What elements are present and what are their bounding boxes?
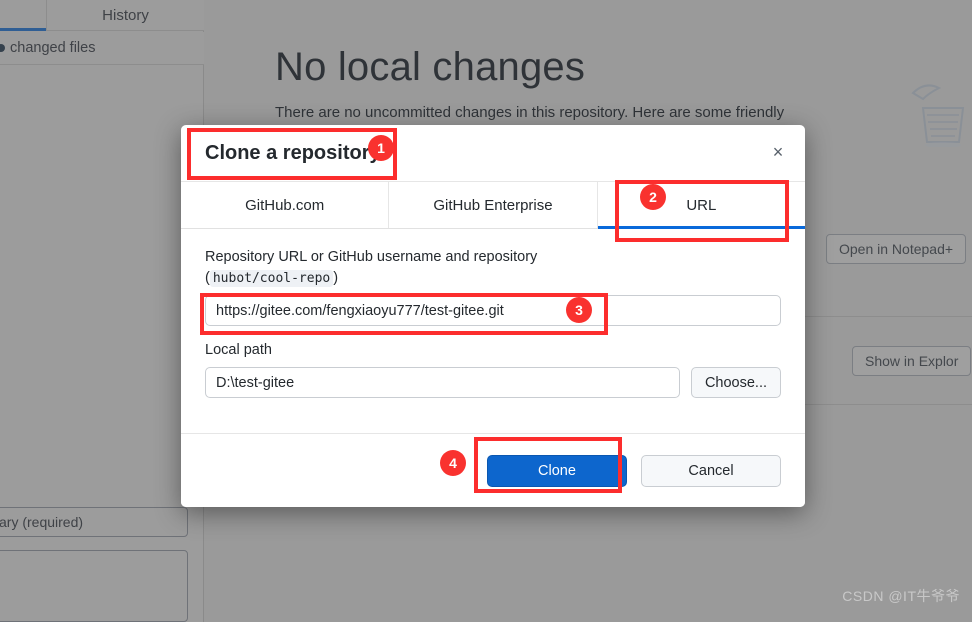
tab-history[interactable]: History <box>46 0 204 31</box>
tab-github-com[interactable]: GitHub.com <box>181 182 390 228</box>
choose-folder-button[interactable]: Choose... <box>691 367 781 399</box>
csdn-watermark: CSDN @IT牛爷爷 <box>842 588 960 604</box>
dialog-title: Clone a repository <box>205 141 381 164</box>
local-path-row: Choose... <box>205 367 781 399</box>
repository-url-hint-close: ) <box>333 270 339 287</box>
changed-files-checkbox-icon[interactable] <box>0 44 5 52</box>
dialog-footer: Clone Cancel <box>181 433 805 507</box>
tab-changes[interactable] <box>0 0 46 31</box>
open-in-editor-button[interactable]: Open in Notepad+ <box>826 234 967 264</box>
clone-button[interactable]: Clone <box>487 454 627 487</box>
trash-illustration-icon <box>911 84 965 147</box>
repository-url-input[interactable] <box>205 295 781 327</box>
dialog-body: Repository URL or GitHub username and re… <box>181 229 805 399</box>
local-path-label: Local path <box>205 342 272 359</box>
tab-github-enterprise-label: GitHub Enterprise <box>433 196 553 214</box>
clone-repository-dialog: Clone a repository × GitHub.com GitHub E… <box>181 125 805 507</box>
cancel-button[interactable]: Cancel <box>641 454 781 487</box>
screenshot-root: History changed files ary (required) No … <box>0 0 972 622</box>
open-in-editor-label: Open in Notepad+ <box>839 241 954 257</box>
local-path-input[interactable] <box>205 367 680 399</box>
repository-url-label: Repository URL or GitHub username and re… <box>205 247 781 289</box>
show-in-explorer-label: Show in Explor <box>865 353 959 369</box>
repository-url-label-text: Repository URL or GitHub username and re… <box>205 249 538 265</box>
sidebar-tab-row: History <box>0 0 204 31</box>
tab-history-label: History <box>102 7 149 24</box>
page-title: No local changes <box>275 45 586 89</box>
tab-github-enterprise[interactable]: GitHub Enterprise <box>389 182 598 228</box>
repository-url-hint-code: hubot/cool-repo <box>209 270 334 288</box>
dialog-tab-list: GitHub.com GitHub Enterprise URL <box>181 181 805 229</box>
commit-summary-input[interactable]: ary (required) <box>0 507 188 537</box>
close-icon[interactable]: × <box>767 141 789 163</box>
page-subtitle: There are no uncommitted changes in this… <box>275 104 785 121</box>
show-in-explorer-button[interactable]: Show in Explor <box>852 346 972 376</box>
dialog-header: Clone a repository × <box>181 125 805 181</box>
changed-files-label: changed files <box>10 40 96 56</box>
tab-url-label: URL <box>686 196 717 214</box>
commit-summary-value: ary (required) <box>0 514 84 530</box>
changed-files-row: changed files <box>0 32 204 65</box>
tab-github-com-label: GitHub.com <box>245 196 325 214</box>
commit-description-input[interactable] <box>0 550 188 622</box>
tab-url[interactable]: URL <box>597 182 805 229</box>
